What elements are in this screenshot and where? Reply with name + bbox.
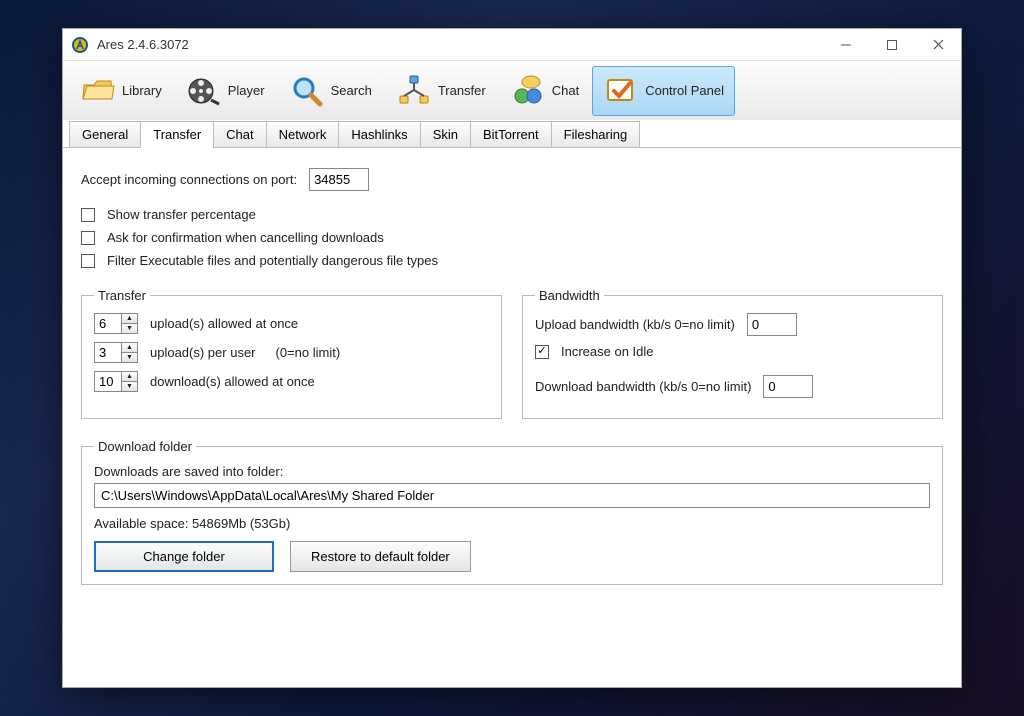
chat-icon — [510, 73, 546, 109]
uploads-per-user-input[interactable] — [94, 342, 122, 363]
toolbar-chat-label: Chat — [552, 83, 579, 98]
toolbar-transfer-label: Transfer — [438, 83, 486, 98]
change-folder-button[interactable]: Change folder — [94, 541, 274, 572]
download-folder-input[interactable] — [94, 483, 930, 508]
tab-skin[interactable]: Skin — [420, 121, 471, 148]
restore-default-folder-button[interactable]: Restore to default folder — [290, 541, 471, 572]
available-space-label: Available space: 54869Mb (53Gb) — [94, 516, 930, 531]
toolbar-chat[interactable]: Chat — [499, 66, 590, 116]
film-reel-icon — [186, 73, 222, 109]
download-bandwidth-input[interactable] — [763, 375, 813, 398]
spinner-up-icon[interactable]: ▲ — [122, 343, 137, 353]
increase-on-idle-label: Increase on Idle — [561, 344, 654, 359]
titlebar: Ares 2.4.6.3072 — [63, 29, 961, 61]
uploads-at-once-label: upload(s) allowed at once — [150, 316, 298, 331]
transfer-group: Transfer ▲▼ upload(s) allowed at once ▲▼… — [81, 288, 502, 419]
downloads-at-once-label: download(s) allowed at once — [150, 374, 315, 389]
maximize-button[interactable] — [869, 29, 915, 61]
toolbar-control-panel-label: Control Panel — [645, 83, 724, 98]
toolbar-search-label: Search — [331, 83, 372, 98]
downloads-at-once-input[interactable] — [94, 371, 122, 392]
show-transfer-pct-checkbox[interactable] — [81, 208, 95, 222]
spinner-up-icon[interactable]: ▲ — [122, 372, 137, 382]
tab-transfer[interactable]: Transfer — [140, 121, 214, 148]
bandwidth-group: Bandwidth Upload bandwidth (kb/s 0=no li… — [522, 288, 943, 419]
uploads-at-once-input[interactable] — [94, 313, 122, 334]
upload-bandwidth-input[interactable] — [747, 313, 797, 336]
increase-on-idle-checkbox[interactable] — [535, 345, 549, 359]
show-transfer-pct-label: Show transfer percentage — [107, 207, 256, 222]
tab-chat[interactable]: Chat — [213, 121, 266, 148]
settings-tabs: General Transfer Chat Network Hashlinks … — [63, 120, 961, 148]
uploads-per-user-label: upload(s) per user — [150, 345, 256, 360]
tab-network[interactable]: Network — [266, 121, 340, 148]
port-input[interactable] — [309, 168, 369, 191]
spinner-down-icon[interactable]: ▼ — [122, 324, 137, 333]
downloads-at-once-spinner[interactable]: ▲▼ — [94, 371, 138, 392]
ask-confirmation-label: Ask for confirmation when cancelling dow… — [107, 230, 384, 245]
settings-panel: Accept incoming connections on port: Sho… — [63, 148, 961, 687]
toolbar-transfer[interactable]: Transfer — [385, 66, 497, 116]
minimize-button[interactable] — [823, 29, 869, 61]
window-controls — [823, 29, 961, 61]
close-button[interactable] — [915, 29, 961, 61]
network-icon — [396, 73, 432, 109]
tab-filesharing[interactable]: Filesharing — [551, 121, 641, 148]
uploads-per-user-spinner[interactable]: ▲▼ — [94, 342, 138, 363]
app-window: Ares 2.4.6.3072 Library Player Search Tr… — [62, 28, 962, 688]
window-title: Ares 2.4.6.3072 — [97, 37, 823, 52]
toolbar-control-panel[interactable]: Control Panel — [592, 66, 735, 116]
upload-bandwidth-label: Upload bandwidth (kb/s 0=no limit) — [535, 317, 735, 332]
app-icon — [71, 36, 89, 54]
download-folder-legend: Download folder — [94, 439, 196, 454]
tab-bittorrent[interactable]: BitTorrent — [470, 121, 552, 148]
uploads-at-once-spinner[interactable]: ▲▼ — [94, 313, 138, 334]
folder-icon — [80, 73, 116, 109]
download-folder-label: Downloads are saved into folder: — [94, 464, 930, 479]
ask-confirmation-checkbox[interactable] — [81, 231, 95, 245]
toolbar-player[interactable]: Player — [175, 66, 276, 116]
uploads-per-user-note: (0=no limit) — [276, 345, 341, 360]
control-panel-icon — [603, 73, 639, 109]
spinner-down-icon[interactable]: ▼ — [122, 382, 137, 391]
search-icon — [289, 73, 325, 109]
toolbar-library-label: Library — [122, 83, 162, 98]
spinner-up-icon[interactable]: ▲ — [122, 314, 137, 324]
bandwidth-legend: Bandwidth — [535, 288, 604, 303]
port-label: Accept incoming connections on port: — [81, 172, 297, 187]
download-bandwidth-label: Download bandwidth (kb/s 0=no limit) — [535, 379, 751, 394]
filter-executable-checkbox[interactable] — [81, 254, 95, 268]
spinner-down-icon[interactable]: ▼ — [122, 353, 137, 362]
tab-general[interactable]: General — [69, 121, 141, 148]
main-toolbar: Library Player Search Transfer Chat Cont… — [63, 61, 961, 121]
transfer-legend: Transfer — [94, 288, 150, 303]
toolbar-search[interactable]: Search — [278, 66, 383, 116]
toolbar-library[interactable]: Library — [69, 66, 173, 116]
tab-hashlinks[interactable]: Hashlinks — [338, 121, 420, 148]
toolbar-player-label: Player — [228, 83, 265, 98]
filter-executable-label: Filter Executable files and potentially … — [107, 253, 438, 268]
download-folder-group: Download folder Downloads are saved into… — [81, 439, 943, 585]
